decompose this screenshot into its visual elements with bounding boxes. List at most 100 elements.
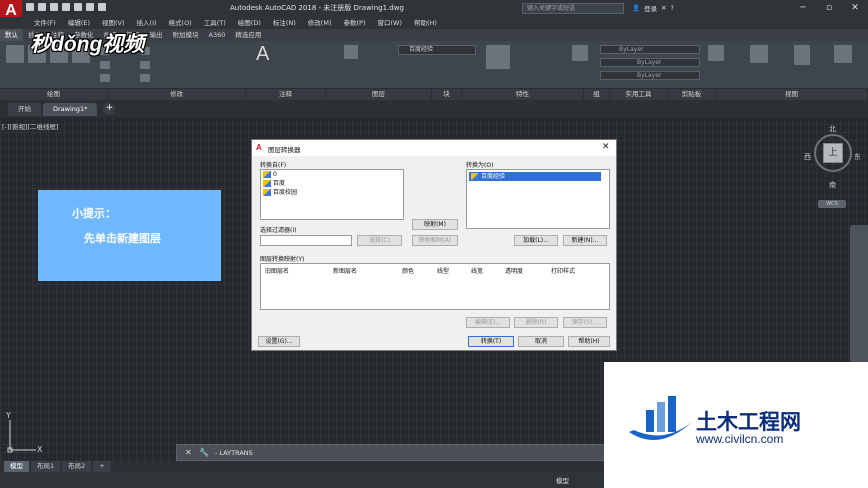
ribbon-panel-label[interactable]: 视图: [716, 89, 868, 100]
wcs-menu[interactable]: WCS: [818, 200, 846, 208]
delete-button[interactable]: 删除(R): [514, 317, 558, 328]
doc-tab-drawing1[interactable]: Drawing1*: [43, 103, 98, 116]
select-button[interactable]: 选择(C): [357, 235, 402, 246]
layer-dropdown[interactable]: 百度经验: [398, 45, 476, 55]
text-tool-icon[interactable]: A: [256, 43, 269, 66]
copy-tool-icon[interactable]: [100, 61, 110, 69]
layer-properties-icon[interactable]: [344, 45, 358, 59]
base-view-icon[interactable]: [834, 45, 852, 63]
viewport-controls[interactable]: [-][俯视][二维线框]: [2, 121, 59, 131]
login-label[interactable]: 登录: [644, 3, 657, 13]
list-item-selected[interactable]: 百度经验: [469, 172, 601, 181]
ribbon-panel-label[interactable]: 绘图: [0, 89, 108, 100]
navigation-bar[interactable]: [850, 225, 868, 363]
help-button[interactable]: 帮助(H): [568, 336, 610, 347]
restore-button[interactable]: ▫: [816, 2, 842, 15]
compass-south[interactable]: 南: [829, 180, 836, 190]
menu-item[interactable]: 标注(N): [267, 17, 302, 29]
close-icon[interactable]: ✕: [185, 448, 192, 457]
paste-icon[interactable]: [794, 45, 810, 65]
login-area[interactable]: 👤 登录 ✕ ?: [632, 3, 674, 13]
ribbon-panel-label[interactable]: 块: [432, 89, 462, 100]
scale-tool-icon[interactable]: [140, 74, 150, 82]
group-icon[interactable]: [708, 45, 724, 61]
tab-layout1[interactable]: 布局1: [31, 461, 61, 472]
new-icon[interactable]: [26, 3, 34, 11]
settings-button[interactable]: 设置(G)...: [258, 336, 300, 347]
new-layer-button[interactable]: 新建(N)...: [563, 235, 607, 246]
column-header[interactable]: 线型: [437, 266, 449, 275]
column-header[interactable]: 线宽: [471, 266, 483, 275]
save-as-icon[interactable]: [62, 3, 70, 11]
undo-icon[interactable]: [86, 3, 94, 11]
menu-item[interactable]: 帮助(H): [408, 17, 443, 29]
open-icon[interactable]: [38, 3, 46, 11]
map-same-button[interactable]: 映射相同(A): [412, 235, 458, 246]
linetype-dropdown[interactable]: ByLayer: [600, 58, 700, 67]
stretch-tool-icon[interactable]: [100, 74, 110, 82]
ribbon-tab[interactable]: 默认: [0, 29, 23, 41]
ribbon-tab[interactable]: A360: [204, 29, 231, 41]
menu-item[interactable]: 窗口(W): [371, 17, 408, 29]
ribbon-tab[interactable]: 精选应用: [230, 29, 266, 41]
menu-item[interactable]: 修改(M): [302, 17, 338, 29]
tab-model[interactable]: 模型: [4, 461, 29, 472]
mapping-table[interactable]: 旧图层名 新图层名 颜色 线型 线宽 透明度 打印样式: [260, 263, 610, 310]
line-tool-icon[interactable]: [6, 45, 24, 63]
ribbon-panel-label[interactable]: 修改: [108, 89, 246, 100]
compass-north[interactable]: 北: [829, 124, 836, 134]
convert-to-list[interactable]: 百度经验: [466, 169, 610, 229]
list-item[interactable]: 百度校园: [261, 188, 403, 197]
edit-button[interactable]: 编辑(E)...: [466, 317, 510, 328]
convert-from-list[interactable]: 0 百度 百度校园: [260, 169, 404, 220]
ribbon-panel-label[interactable]: 注释: [246, 89, 326, 100]
tab-layout2[interactable]: 布局2: [62, 461, 92, 472]
command-input[interactable]: - LAYTRANS: [215, 449, 253, 457]
list-item[interactable]: 0: [261, 170, 403, 179]
color-dropdown[interactable]: ByLayer: [600, 45, 700, 54]
ribbon-tab[interactable]: 输出: [145, 29, 168, 41]
print-icon[interactable]: [74, 3, 82, 11]
exchange-icon[interactable]: ✕: [661, 4, 666, 12]
help-icon[interactable]: ?: [671, 4, 674, 12]
ribbon-tab[interactable]: 附加模块: [168, 29, 204, 41]
add-layout-button[interactable]: +: [93, 461, 111, 472]
compass-east[interactable]: 东: [854, 152, 861, 162]
mirror-tool-icon[interactable]: [140, 61, 150, 69]
close-window-button[interactable]: ✕: [842, 2, 868, 15]
save-icon[interactable]: [50, 3, 58, 11]
column-header[interactable]: 新图层名: [333, 266, 357, 275]
measure-icon[interactable]: [750, 45, 768, 63]
minimize-button[interactable]: ─: [790, 2, 816, 15]
filter-input[interactable]: [260, 235, 352, 246]
list-item[interactable]: 百度: [261, 179, 403, 188]
menu-item[interactable]: 格式(O): [163, 17, 198, 29]
dialog-close-button[interactable]: ✕: [602, 142, 610, 152]
ribbon-panel-label[interactable]: 剪贴板: [668, 89, 716, 100]
status-model-button[interactable]: 模型: [556, 475, 569, 485]
lineweight-dropdown[interactable]: ByLayer: [600, 71, 700, 80]
load-button[interactable]: 加载(L)...: [514, 235, 558, 246]
menu-item[interactable]: 工具(T): [198, 17, 232, 29]
save-button[interactable]: 保存(S)...: [563, 317, 607, 328]
column-header[interactable]: 旧图层名: [265, 266, 289, 275]
match-properties-icon[interactable]: [572, 45, 588, 61]
compass-west[interactable]: 西: [804, 152, 811, 162]
column-header[interactable]: 打印样式: [551, 266, 575, 275]
viewcube-top-face[interactable]: 上: [823, 143, 843, 163]
new-tab-button[interactable]: +: [103, 103, 116, 115]
viewcube[interactable]: 上 北 南 东 西 WCS: [804, 124, 864, 214]
ribbon-panel-label[interactable]: 组: [584, 89, 610, 100]
cancel-button[interactable]: 取消: [518, 336, 564, 347]
translate-button[interactable]: 转换(T): [468, 336, 514, 347]
menu-item[interactable]: 绘图(D): [232, 17, 267, 29]
command-line[interactable]: ✕ 🔧 - LAYTRANS: [176, 444, 606, 461]
redo-icon[interactable]: [98, 3, 106, 11]
insert-block-icon[interactable]: [486, 45, 510, 69]
column-header[interactable]: 透明度: [505, 266, 523, 275]
map-button[interactable]: 映射(M): [412, 219, 458, 230]
ribbon-panel-label[interactable]: 特性: [462, 89, 584, 100]
column-header[interactable]: 颜色: [402, 266, 414, 275]
ribbon-panel-label[interactable]: 实用工具: [610, 89, 668, 100]
search-input[interactable]: 键入关键字或短语: [522, 3, 624, 14]
